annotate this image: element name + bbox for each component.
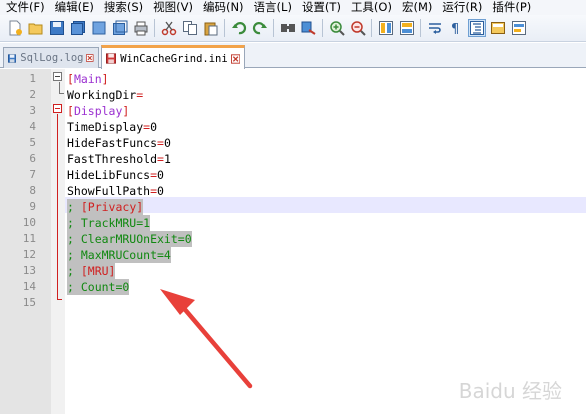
word-wrap-icon[interactable]	[426, 19, 444, 37]
line-number: 6	[29, 152, 36, 165]
editor-line[interactable]: 13 ; [MRU]	[0, 263, 586, 279]
editor-line[interactable]: 12 ; MaxMRUCount=4	[0, 247, 586, 263]
line-number: 2	[29, 88, 36, 101]
indent-guide-icon[interactable]	[467, 19, 486, 37]
code-text: FastThreshold=1	[67, 152, 171, 166]
menu-item[interactable]: 视图(V)	[146, 0, 196, 15]
code-text: WorkingDir=	[67, 88, 144, 102]
code-text: ; [Privacy]	[67, 199, 144, 215]
sync-horizontal-icon[interactable]	[398, 19, 416, 37]
redo-icon[interactable]	[251, 19, 269, 37]
line-number: 15	[22, 296, 36, 309]
tab-bar: SqlLog.log WinCacheGrind.ini	[0, 43, 586, 69]
menu-item[interactable]: 文件(F)	[0, 0, 48, 15]
toolbar-separator	[322, 19, 323, 37]
code-text: ; Count=0	[67, 279, 130, 295]
close-tab-icon[interactable]	[230, 53, 240, 64]
open-file-icon[interactable]	[27, 19, 45, 37]
save-disk-icon	[106, 53, 117, 64]
tab-wincachegrind[interactable]: WinCacheGrind.ini	[101, 45, 245, 69]
sync-vertical-icon[interactable]	[377, 19, 395, 37]
line-number: 12	[22, 248, 36, 261]
line-number: 14	[22, 280, 36, 293]
svg-text:¶: ¶	[451, 22, 459, 36]
toolbar-separator	[420, 19, 421, 37]
replace-icon[interactable]	[300, 19, 318, 37]
close-icon[interactable]	[90, 19, 108, 37]
show-all-chars-icon[interactable]: ¶	[447, 19, 465, 37]
undo-icon[interactable]	[230, 19, 248, 37]
code-text: ; ClearMRUOnExit=0	[67, 231, 192, 247]
cut-icon[interactable]	[160, 19, 178, 37]
zoom-in-icon[interactable]	[328, 19, 346, 37]
editor-line[interactable]: 3 [Display]	[0, 103, 586, 119]
editor-line[interactable]: 11 ; ClearMRUOnExit=0	[0, 231, 586, 247]
editor-line[interactable]: 8 ShowFullPath=0	[0, 183, 586, 199]
code-text: ; [MRU]	[67, 263, 116, 279]
menu-item[interactable]: 语言(L)	[247, 0, 295, 15]
editor-area[interactable]: 1 [Main] 2 WorkingDir= 3 [Display] 4 TimeDispla…	[0, 69, 586, 414]
line-number: 3	[29, 104, 36, 117]
print-icon[interactable]	[132, 19, 150, 37]
close-all-icon[interactable]	[111, 19, 129, 37]
code-text: [Display]	[67, 104, 130, 118]
save-disk-icon	[8, 53, 17, 63]
editor-line[interactable]: 2 WorkingDir=	[0, 87, 586, 103]
editor-line[interactable]: 6 FastThreshold=1	[0, 151, 586, 167]
toolbar-separator	[371, 19, 372, 37]
watermark: Baidu 经验	[458, 379, 562, 403]
line-number: 10	[22, 216, 36, 229]
line-number: 8	[29, 184, 36, 197]
line-number: 4	[29, 120, 36, 133]
toolbar-separator	[154, 19, 155, 37]
toolbar-separator	[273, 19, 274, 37]
save-icon[interactable]	[48, 19, 66, 37]
copy-icon[interactable]	[181, 19, 199, 37]
menu-item[interactable]: 运行(R)	[435, 0, 485, 15]
tab-label: SqlLog.log	[20, 52, 84, 64]
editor-line[interactable]: 9 ; [Privacy]	[0, 199, 586, 215]
editor-line[interactable]: 1 [Main]	[0, 71, 586, 87]
menu-item[interactable]: 插件(P)	[485, 0, 534, 15]
line-number: 13	[22, 264, 36, 277]
find-icon[interactable]	[279, 19, 297, 37]
line-number: 11	[22, 232, 36, 245]
code-text: [Main]	[67, 72, 109, 86]
menu-item[interactable]: 编码(N)	[196, 0, 247, 15]
menu-item[interactable]: 宏(M)	[395, 0, 435, 15]
udl-icon[interactable]	[489, 19, 507, 37]
new-file-icon[interactable]	[6, 19, 24, 37]
code-text: ShowFullPath=0	[67, 184, 164, 198]
line-number: 5	[29, 136, 36, 149]
zoom-out-icon[interactable]	[349, 19, 367, 37]
code-text: HideLibFuncs=0	[67, 168, 164, 182]
editor-line[interactable]: 10 ; TrackMRU=1	[0, 215, 586, 231]
line-number: 7	[29, 168, 36, 181]
line-number: 1	[29, 72, 36, 85]
code-text: ; MaxMRUCount=4	[67, 247, 171, 263]
toolbar-separator	[224, 19, 225, 37]
code-text: HideFastFuncs=0	[67, 136, 171, 150]
menu-bar: 文件(F) 编辑(E) 搜索(S) 视图(V) 编码(N) 语言(L) 设置(T) 工具(O)…	[0, 0, 586, 15]
menu-item[interactable]: 工具(O)	[344, 0, 395, 15]
editor-line[interactable]: 14 ; Count=0	[0, 279, 586, 295]
tab-label: WinCacheGrind.ini	[120, 52, 228, 65]
toolbar: ¶	[0, 15, 586, 42]
line-number: 9	[29, 200, 36, 213]
editor-line[interactable]: 15	[0, 295, 586, 311]
menu-item[interactable]: 设置(T)	[295, 0, 344, 15]
save-all-icon[interactable]	[69, 19, 87, 37]
code-text: ; TrackMRU=1	[67, 215, 151, 231]
paste-icon[interactable]	[202, 19, 220, 37]
menu-item[interactable]: 搜索(S)	[97, 0, 146, 15]
editor-line[interactable]: 7 HideLibFuncs=0	[0, 167, 586, 183]
code-text: TimeDisplay=0	[67, 120, 158, 134]
close-tab-icon[interactable]	[86, 53, 94, 63]
tab-sqllog[interactable]: SqlLog.log	[3, 47, 99, 68]
editor-line[interactable]: 4 TimeDisplay=0	[0, 119, 586, 135]
editor-line[interactable]: 5 HideFastFuncs=0	[0, 135, 586, 151]
doc-map-icon[interactable]	[510, 19, 528, 37]
menu-item[interactable]: 编辑(E)	[48, 0, 97, 15]
